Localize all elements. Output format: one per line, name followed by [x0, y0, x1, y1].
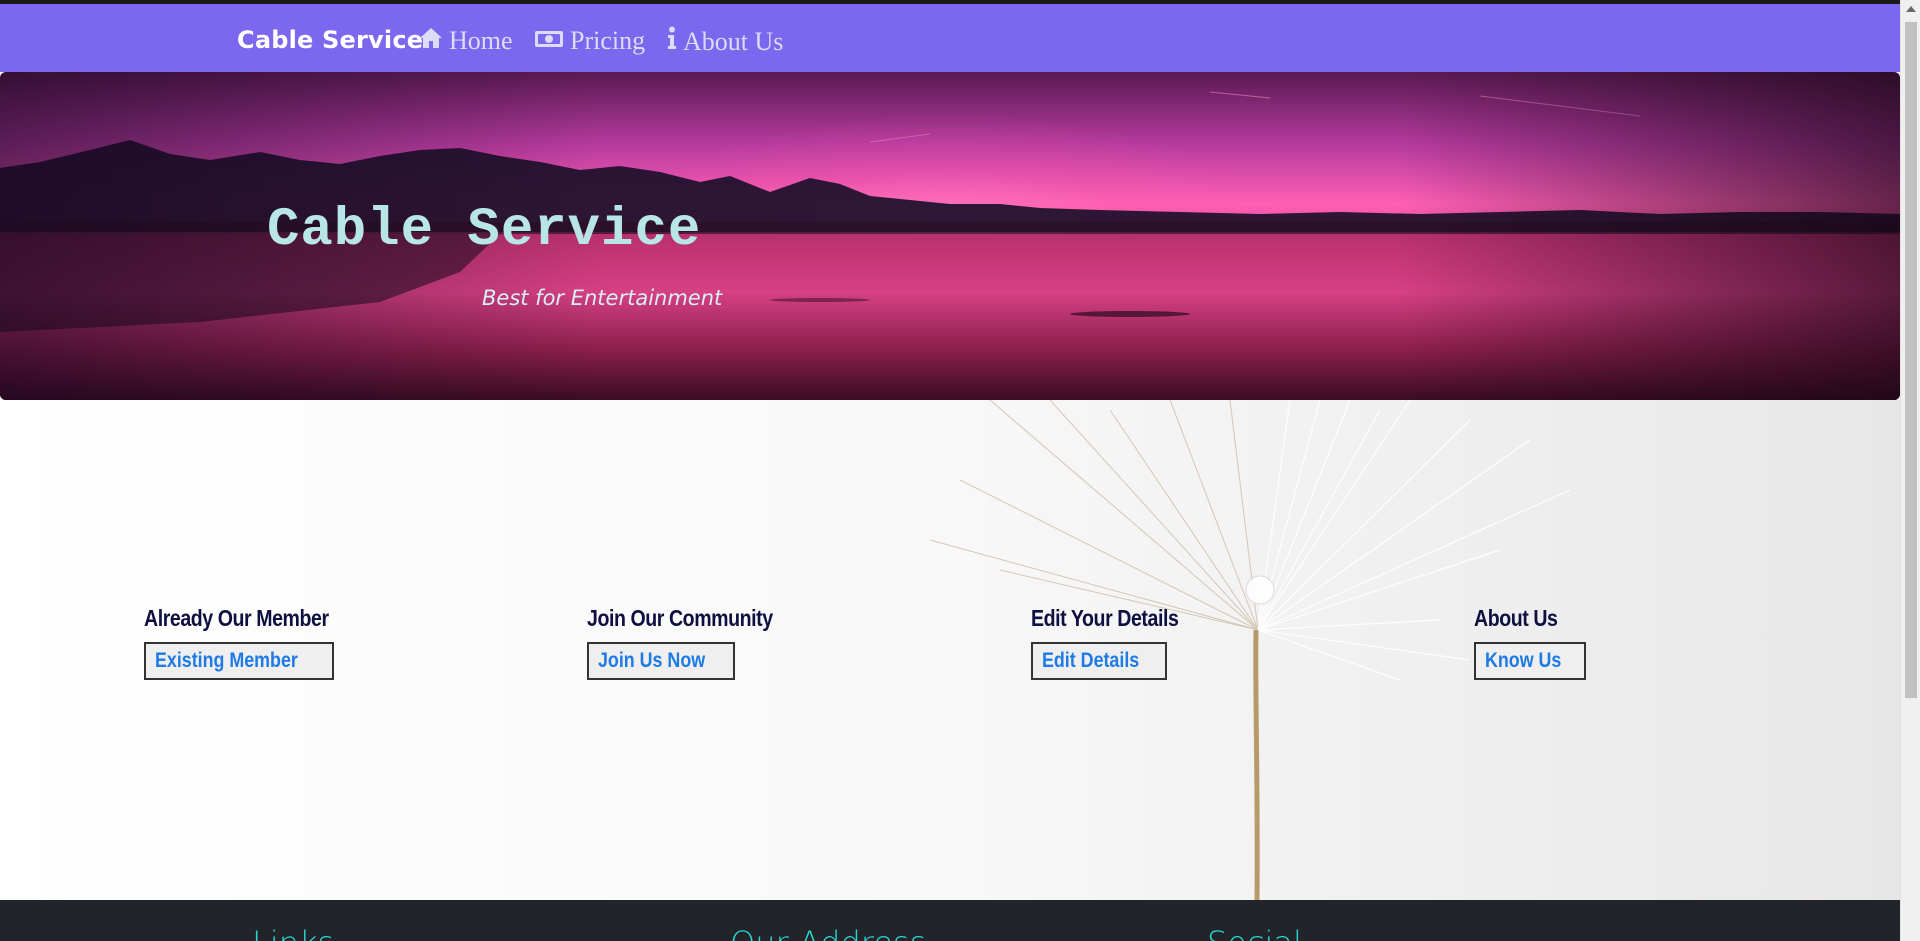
card-heading: Join Our Community: [587, 605, 773, 631]
existing-member-button[interactable]: Existing Member: [144, 642, 335, 680]
main-section: Already Our Member Existing Member Join …: [0, 400, 1900, 900]
know-us-button[interactable]: Know Us: [1474, 642, 1586, 680]
nav-link-about-label: About Us: [683, 26, 784, 56]
home-icon: [419, 26, 443, 56]
hero-subtitle: Best for Entertainment: [482, 286, 723, 310]
hero-banner: Cable Service Best for Entertainment: [0, 72, 1900, 400]
footer-heading-social: Social: [1207, 924, 1302, 941]
card-community: Join Our Community Join Us Now: [587, 605, 805, 680]
card-heading: Already Our Member: [144, 605, 329, 631]
nav-link-about[interactable]: About Us: [667, 26, 783, 57]
card-about: About Us Know Us: [1474, 605, 1586, 680]
navbar-brand[interactable]: Cable Service: [237, 26, 423, 54]
hero-title: Cable Service: [267, 200, 702, 261]
navbar: Cable Service Home Pricing About Us: [0, 4, 1900, 72]
card-member: Already Our Member Existing Member: [144, 605, 361, 680]
vertical-scrollbar[interactable]: [1900, 0, 1920, 941]
hero-vignette-right: [1400, 72, 1900, 400]
scroll-up-arrow-icon[interactable]: [1906, 6, 1916, 12]
join-us-button[interactable]: Join Us Now: [587, 642, 736, 680]
money-icon: [534, 26, 564, 56]
card-heading: About Us: [1474, 605, 1558, 631]
nav-link-home[interactable]: Home: [419, 26, 513, 56]
edit-details-button[interactable]: Edit Details: [1031, 642, 1168, 680]
footer-heading-links: Links: [252, 924, 334, 941]
info-icon: [667, 26, 677, 57]
nav-link-pricing-label: Pricing: [570, 26, 646, 55]
scrollbar-thumb[interactable]: [1905, 22, 1917, 698]
card-heading: Edit Your Details: [1031, 605, 1179, 631]
footer-heading-address: Our Address: [730, 924, 926, 941]
nav-link-pricing[interactable]: Pricing: [534, 26, 645, 56]
card-edit-details: Edit Your Details Edit Details: [1031, 605, 1204, 680]
nav-link-home-label: Home: [449, 26, 513, 55]
footer: Links Our Address Social: [0, 900, 1900, 941]
